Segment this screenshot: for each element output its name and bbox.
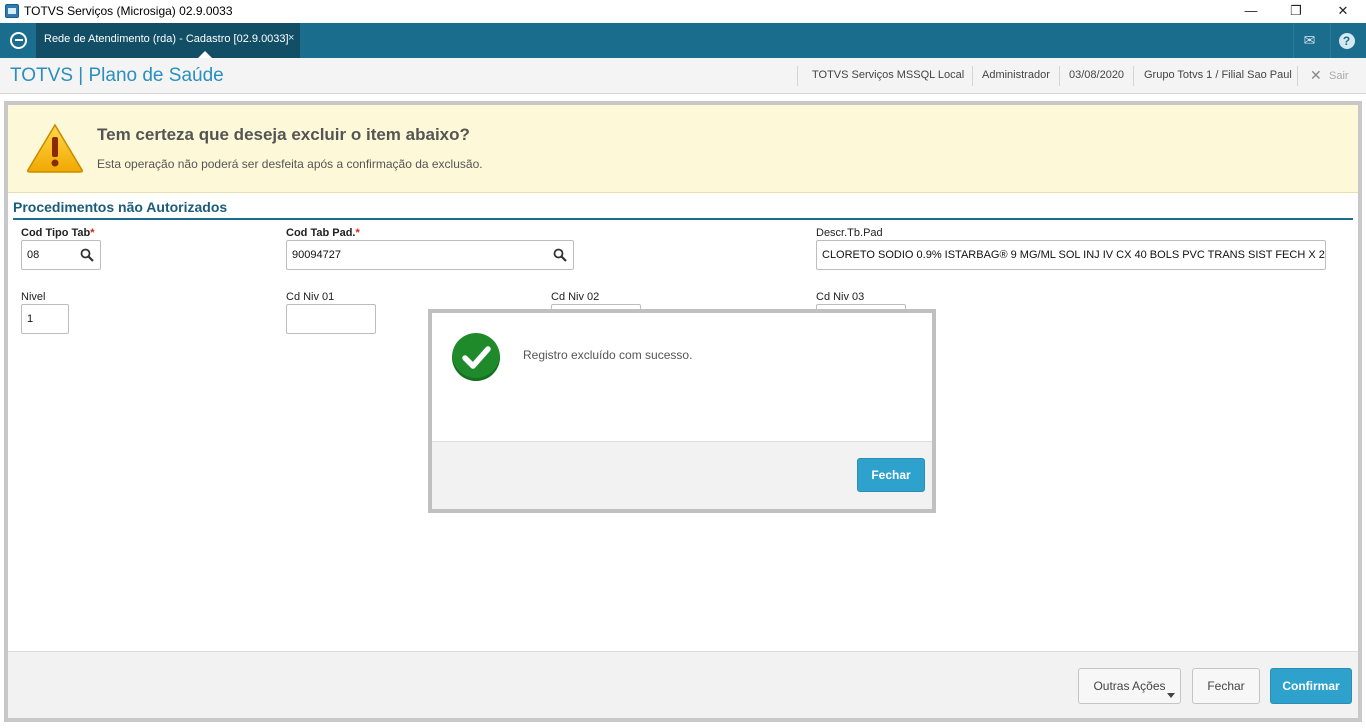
warning-subtitle: Esta operação não poderá ser desfeita ap… [97,157,483,171]
cd-niv-03-label: Cd Niv 03 [816,291,865,303]
header-divider [1297,66,1298,86]
search-icon[interactable] [80,248,94,262]
exit-button[interactable]: Sair [1329,70,1349,82]
warning-title: Tem certeza que deseja excluir o item ab… [97,125,470,144]
help-icon-button[interactable]: ? [1330,23,1362,58]
exit-icon[interactable]: ✕ [1310,67,1322,84]
environment-label: TOTVS Serviços MSSQL Local [812,69,965,81]
date-label: 03/08/2020 [1069,69,1125,81]
search-icon[interactable] [553,248,567,262]
cd-niv-01-label: Cd Niv 01 [286,291,335,303]
minimize-button[interactable]: — [1228,0,1274,23]
success-message: Registro excluído com sucesso. [523,348,693,362]
nivel-label: Nivel [21,291,46,303]
descr-tb-pad-field[interactable]: CLORETO SODIO 0.9% ISTARBAG® 9 MG/ML SOL… [816,240,1326,270]
cod-tab-pad-field[interactable]: 90094727 [286,240,574,270]
section-title: Procedimentos não Autorizados [13,199,1353,220]
help-icon: ? [1338,33,1355,49]
warning-icon [27,123,83,173]
maximize-button[interactable]: ❐ [1273,0,1319,23]
user-label: Administrador [982,69,1050,81]
dialog-footer: Fechar [432,441,932,509]
delete-warning-banner: Tem certeza que deseja excluir o item ab… [8,105,1358,193]
header-divider [797,66,798,86]
cd-niv-02-label: Cd Niv 02 [551,291,600,303]
cod-tipo-tab-label: Cod Tipo Tab* [21,227,95,239]
company-label: Grupo Totvs 1 / Filial Sao Paul [1144,69,1292,81]
tab-bar: Rede de Atendimento (rda) - Cadastro [02… [0,23,1366,58]
header-divider [1133,66,1134,86]
tab-active-indicator [198,51,212,58]
app-header: TOTVS | Plano de Saúde TOTVS Serviços MS… [0,58,1366,94]
action-footer: Outras Ações Fechar Confirmar [8,651,1358,718]
cod-tipo-tab-field[interactable]: 08 [21,240,101,270]
header-divider [1059,66,1060,86]
cod-tab-pad-label: Cod Tab Pad.* [286,227,360,239]
success-dialog: Registro excluído com sucesso. Fechar [428,309,936,513]
confirm-button[interactable]: Confirmar [1270,668,1352,704]
chevron-down-icon [1167,693,1175,698]
close-button[interactable]: Fechar [1192,668,1260,704]
header-divider [972,66,973,86]
window-title: TOTVS Serviços (Microsiga) 02.9.0033 [24,4,233,18]
app-icon [5,4,19,18]
tab-label: Rede de Atendimento (rda) - Cadastro [02… [44,33,289,45]
app-brand: TOTVS | Plano de Saúde [10,65,224,86]
other-actions-button[interactable]: Outras Ações [1078,668,1181,704]
tab-close-icon[interactable]: × [288,32,294,44]
close-window-button[interactable]: ✕ [1320,0,1366,23]
tab-rede-atendimento[interactable]: Rede de Atendimento (rda) - Cadastro [02… [36,23,300,58]
cd-niv-01-field[interactable] [286,304,376,334]
window-titlebar: TOTVS Serviços (Microsiga) 02.9.0033 — ❐… [0,0,1366,23]
nivel-field[interactable]: 1 [21,304,69,334]
mail-icon[interactable]: ✉ [1293,23,1325,58]
descr-tb-pad-label: Descr.Tb.Pad [816,227,883,239]
dialog-close-button[interactable]: Fechar [857,458,925,492]
totvs-logo-icon[interactable] [10,32,27,49]
success-check-icon [452,333,500,381]
